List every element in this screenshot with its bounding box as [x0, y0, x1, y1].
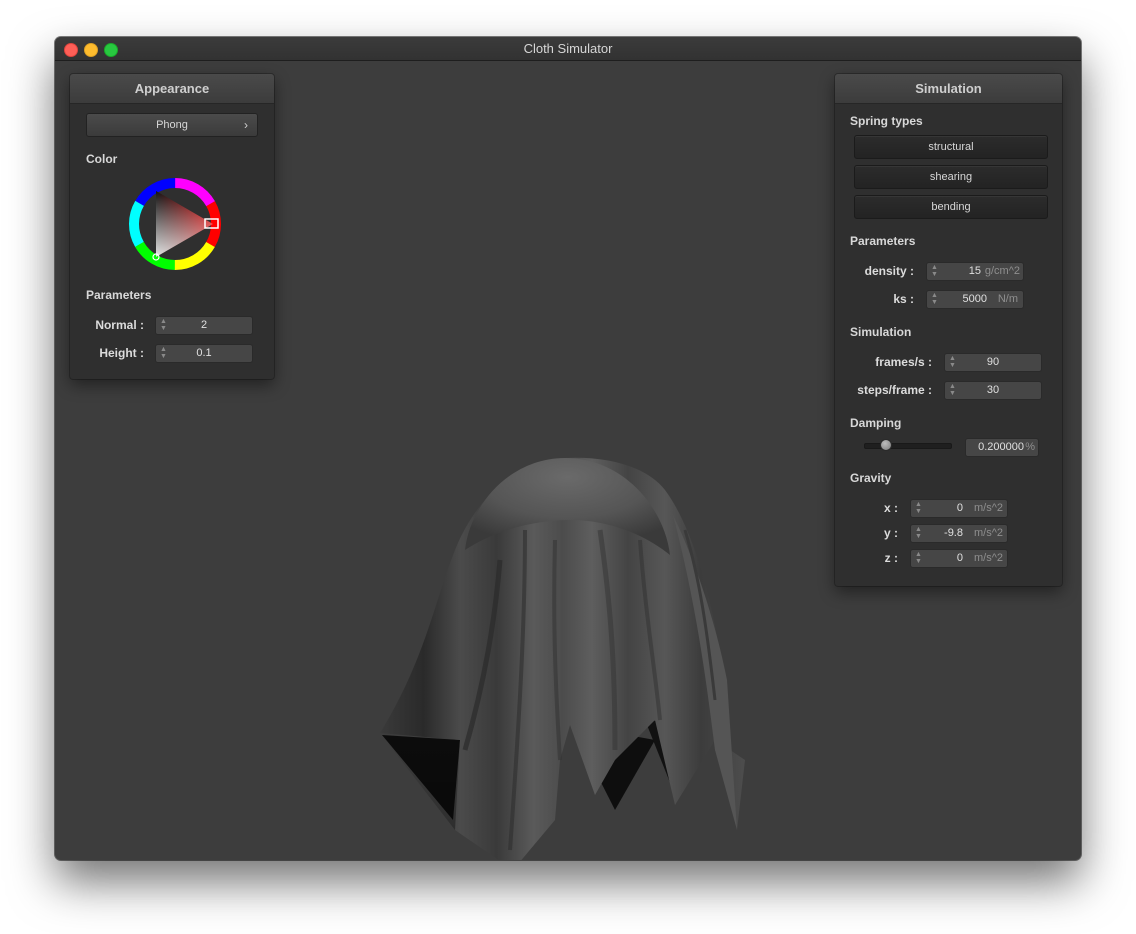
shader-combo-value: Phong: [156, 119, 188, 131]
gravity-x-label: x :: [883, 501, 898, 515]
gravity-x-unit: m/s^2: [974, 502, 1003, 514]
ks-label: ks :: [893, 292, 914, 306]
gravity-z-label: z :: [884, 551, 898, 565]
steps-per-frame-label: steps/frame :: [857, 383, 932, 397]
normal-value: 2: [200, 319, 208, 331]
simulation-section-label: Simulation: [850, 325, 912, 339]
app-window: Cloth Simulator Appearance Phong › Color…: [55, 37, 1081, 860]
simulation-panel-header[interactable]: Simulation: [835, 74, 1062, 104]
gravity-x-field[interactable]: ▲ ▼ 0 m/s^2: [910, 499, 1008, 518]
gravity-y-unit: m/s^2: [974, 527, 1003, 539]
appearance-panel: Appearance Phong › Color Parameters Norm…: [70, 74, 274, 379]
color-wheel[interactable]: [125, 174, 225, 274]
gravity-label: Gravity: [850, 471, 892, 485]
steps-per-frame-field[interactable]: ▲ ▼ 30: [944, 381, 1042, 400]
height-field[interactable]: ▲ ▼ 0.1: [155, 344, 253, 363]
density-label: density :: [864, 264, 914, 278]
gravity-z-unit: m/s^2: [974, 552, 1003, 564]
appearance-parameters-label: Parameters: [86, 288, 152, 302]
shader-combo[interactable]: Phong ›: [86, 113, 258, 137]
stepper-icon[interactable]: ▲ ▼: [915, 501, 922, 515]
stepper-icon[interactable]: ▲ ▼: [915, 551, 922, 565]
sim-parameters-label: Parameters: [850, 234, 916, 248]
title-bar[interactable]: Cloth Simulator: [55, 37, 1081, 61]
normal-label: Normal :: [95, 318, 144, 332]
simulation-panel: Simulation Spring types structural shear…: [835, 74, 1062, 586]
stepper-icon[interactable]: ▲ ▼: [915, 526, 922, 540]
damping-value: 0.200000: [978, 441, 1024, 453]
damping-label: Damping: [850, 416, 902, 430]
height-label: Height :: [99, 346, 144, 360]
steps-per-frame-value: 30: [986, 384, 1000, 396]
structural-button[interactable]: structural: [854, 135, 1048, 159]
cloth-mesh: [380, 457, 745, 860]
gravity-y-label: y :: [883, 526, 898, 540]
ks-value: 5000: [962, 293, 987, 305]
frames-per-second-label: frames/s :: [875, 355, 932, 369]
bending-button[interactable]: bending: [854, 195, 1048, 219]
appearance-panel-header[interactable]: Appearance: [70, 74, 274, 104]
gravity-y-value: -9.8: [944, 527, 963, 539]
chevron-right-icon: ›: [244, 118, 248, 132]
stepper-icon[interactable]: ▲ ▼: [931, 264, 938, 278]
frames-per-second-field[interactable]: ▲ ▼ 90: [944, 353, 1042, 372]
damping-unit: %: [1025, 441, 1035, 453]
damping-slider-handle[interactable]: [880, 439, 893, 451]
damping-field[interactable]: 0.200000 %: [965, 438, 1039, 457]
damping-slider-track[interactable]: [864, 443, 952, 449]
density-unit: g/cm^2: [984, 265, 1020, 277]
shearing-button[interactable]: shearing: [854, 165, 1048, 189]
density-field[interactable]: ▲ ▼ 15 g/cm^2: [926, 262, 1024, 281]
height-value: 0.1: [196, 347, 212, 359]
density-value: 15: [968, 265, 981, 277]
color-section-label: Color: [86, 152, 118, 166]
gravity-z-field[interactable]: ▲ ▼ 0 m/s^2: [910, 549, 1008, 568]
gravity-y-field[interactable]: ▲ ▼ -9.8 m/s^2: [910, 524, 1008, 543]
spring-types-label: Spring types: [850, 114, 923, 128]
normal-field[interactable]: ▲ ▼ 2: [155, 316, 253, 335]
frames-per-second-value: 90: [986, 356, 1000, 368]
cloth-viewport[interactable]: Appearance Phong › Color Parameters Norm…: [55, 60, 1081, 860]
window-title: Cloth Simulator: [523, 41, 613, 56]
gravity-x-value: 0: [956, 502, 963, 514]
ks-field[interactable]: ▲ ▼ 5000 N/m: [926, 290, 1024, 309]
gravity-z-value: 0: [956, 552, 963, 564]
stepper-icon[interactable]: ▲ ▼: [931, 292, 938, 306]
ks-unit: N/m: [997, 293, 1018, 305]
